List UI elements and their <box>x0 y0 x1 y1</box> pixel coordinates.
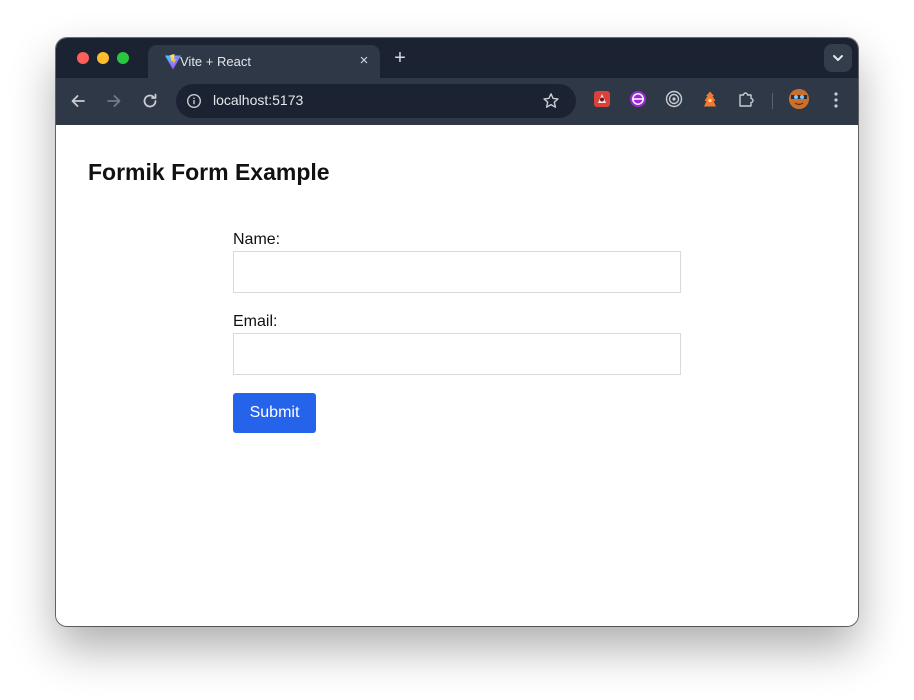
bookmark-star-icon[interactable] <box>542 92 560 110</box>
extension-orange-icon[interactable] <box>701 90 719 108</box>
name-input[interactable] <box>233 251 681 293</box>
zoom-window-button[interactable] <box>117 52 129 64</box>
url-text[interactable]: localhost:5173 <box>213 92 303 108</box>
browser-window: Vite + React × + localhost:5173 Formik F… <box>56 38 858 626</box>
extension-red-icon[interactable] <box>593 90 611 108</box>
tab-search-button[interactable] <box>824 44 852 72</box>
tab-title: Vite + React <box>180 54 251 69</box>
address-bar[interactable]: localhost:5173 <box>176 84 576 118</box>
back-button[interactable] <box>68 91 88 111</box>
browser-menu-icon[interactable] <box>828 90 844 110</box>
arrow-right-icon <box>107 95 121 107</box>
chevron-down-icon <box>833 55 843 61</box>
email-label: Email: <box>233 313 278 330</box>
toolbar-divider <box>772 93 773 109</box>
browser-toolbar: localhost:5173 <box>56 78 858 125</box>
extension-purple-icon[interactable] <box>629 90 647 108</box>
forward-button[interactable] <box>104 91 124 111</box>
tab-strip: Vite + React × + <box>56 38 858 78</box>
tab-vite-react[interactable]: Vite + React × <box>148 45 380 78</box>
desktop-stage: Vite + React × + localhost:5173 Formik F… <box>0 0 914 700</box>
page-title: Formik Form Example <box>88 159 330 185</box>
close-window-button[interactable] <box>77 52 89 64</box>
site-info-icon[interactable] <box>186 93 202 109</box>
reload-icon <box>143 93 157 108</box>
extension-target-icon[interactable] <box>665 90 683 108</box>
arrow-left-icon <box>71 95 85 107</box>
tab-close-icon[interactable]: × <box>356 53 372 69</box>
new-tab-button[interactable]: + <box>390 46 410 70</box>
profile-avatar-icon[interactable] <box>789 89 809 109</box>
submit-button[interactable]: Submit <box>233 393 316 433</box>
page-content: Formik Form Example Name: Email: Submit <box>56 125 858 626</box>
email-input[interactable] <box>233 333 681 375</box>
puzzle-icon[interactable] <box>737 90 755 108</box>
minimize-window-button[interactable] <box>97 52 109 64</box>
name-label: Name: <box>233 231 281 248</box>
reload-button[interactable] <box>140 91 160 111</box>
